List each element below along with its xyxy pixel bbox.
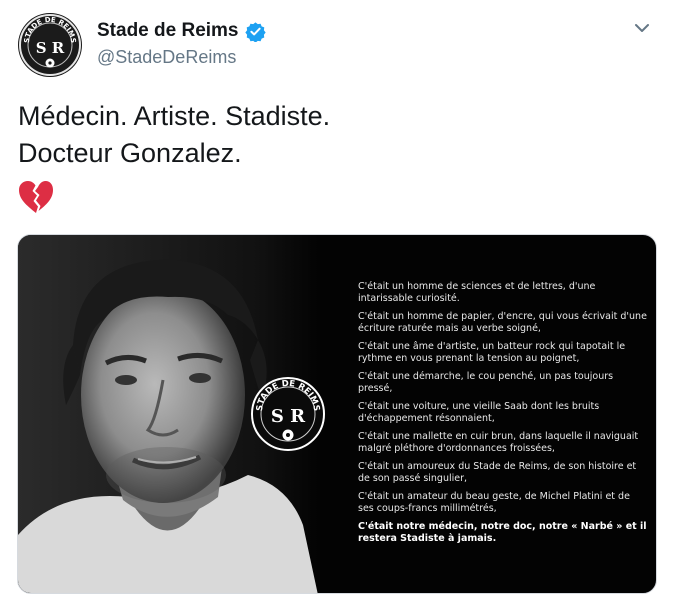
poem-stanza: C'était un amoureux du Stade de Reims, d…: [358, 461, 637, 484]
svg-text:S R: S R: [36, 39, 65, 57]
tweet-text: Médecin. Artiste. Stadiste. Docteur Gonz…: [18, 98, 648, 172]
chevron-down-icon[interactable]: [633, 19, 651, 37]
account-names: Stade de Reims @StadeDeReims: [97, 19, 266, 70]
poem-closing: C'était notre médecin, notre doc, notre …: [358, 521, 647, 544]
club-logo: STADE DE REIMS S R: [250, 376, 326, 452]
media-image[interactable]: STADE DE REIMS S R C'était un homme de s…: [17, 234, 657, 594]
tweet-line: Médecin. Artiste. Stadiste.: [18, 101, 331, 131]
poem-stanza: C'était une âme d'artiste, un batteur ro…: [358, 341, 626, 364]
stade-de-reims-logo: STADE DE REIMS S R: [19, 14, 81, 76]
display-name[interactable]: Stade de Reims: [97, 19, 239, 43]
poem-stanza: C'était une voiture, une vieille Saab do…: [358, 401, 600, 424]
avatar[interactable]: STADE DE REIMS S R: [18, 13, 82, 77]
tweet-line: Docteur Gonzalez.: [18, 138, 242, 168]
poem-stanza: C'était un amateur du beau geste, de Mic…: [358, 491, 630, 514]
display-name-row: Stade de Reims: [97, 19, 266, 43]
poem-stanza: C'était une mallette en cuir brun, dans …: [358, 431, 639, 454]
poem-stanza: C'était un homme de papier, d'encre, qui…: [358, 311, 647, 334]
poem-stanza: C'était une démarche, le cou penché, un …: [358, 371, 614, 394]
broken-heart-icon: [18, 180, 54, 214]
tweet-header: STADE DE REIMS S R Stade de Reims @Stade…: [18, 13, 659, 79]
memorial-text: C'était un homme de sciences et de lettr…: [358, 281, 648, 551]
poem-stanza: C'était un homme de sciences et de lettr…: [358, 281, 596, 304]
svg-text:S R: S R: [271, 406, 306, 427]
account-handle[interactable]: @StadeDeReims: [97, 44, 266, 70]
verified-badge-icon: [244, 21, 266, 43]
